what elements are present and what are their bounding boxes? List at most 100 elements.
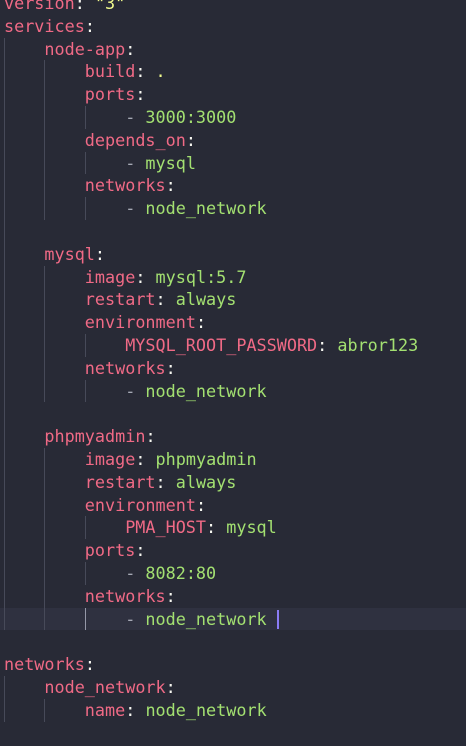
code-token: mysql <box>145 152 196 173</box>
code-token: phpmyadmin <box>155 449 257 469</box>
code-text: networks: <box>85 174 176 197</box>
code-token: always <box>175 289 237 310</box>
indent-guide <box>84 334 86 357</box>
indent-guide <box>4 562 5 585</box>
indent-guide <box>44 493 46 517</box>
code-text: restart: always <box>85 288 237 311</box>
indent-guide <box>44 106 46 129</box>
code-token: ports <box>84 84 136 105</box>
code-text: MYSQL_ROOT_PASSWORD: abror123 <box>125 334 418 357</box>
code-token: : <box>135 61 156 82</box>
indent-guide <box>44 607 46 631</box>
code-token: depends_on <box>84 129 186 150</box>
code-text: ports: <box>85 539 146 562</box>
code-text: ports: <box>85 83 146 106</box>
code-line[interactable]: - 8082:80 <box>0 562 466 585</box>
code-token: : <box>195 494 207 515</box>
code-text: - node_network <box>125 197 266 220</box>
code-token: : <box>135 266 156 287</box>
code-line[interactable]: - 3000:3000 <box>0 106 466 129</box>
code-text: restart: always <box>85 471 237 494</box>
code-token: : <box>155 471 176 492</box>
indent-guide <box>4 379 5 403</box>
indent-guide <box>4 448 5 471</box>
code-line[interactable]: phpmyadmin: <box>0 425 466 448</box>
code-token: : <box>165 357 176 378</box>
code-text: networks: <box>85 357 176 380</box>
code-line[interactable]: - node_network <box>0 197 466 220</box>
code-token: always <box>175 471 237 492</box>
indent-guide <box>4 402 5 426</box>
code-token: networks <box>84 175 166 196</box>
indent-guide <box>44 562 46 585</box>
code-token: node_network <box>145 380 267 401</box>
code-token: "3" <box>94 0 126 13</box>
indent-guide <box>4 265 5 289</box>
code-text: - 8082:80 <box>125 562 216 585</box>
code-line[interactable]: build: . <box>0 60 466 84</box>
code-token: - <box>125 107 146 127</box>
code-line[interactable]: version: "3" <box>0 0 466 15</box>
code-line[interactable]: networks: <box>0 174 466 198</box>
code-token: : <box>165 175 176 196</box>
code-line[interactable] <box>0 630 466 653</box>
code-token: networks <box>84 585 166 606</box>
code-token: 8082:80 <box>145 563 217 583</box>
code-line[interactable]: - mysql <box>0 151 466 175</box>
code-line[interactable]: ports: <box>0 83 466 106</box>
indent-guide <box>84 151 86 175</box>
indent-guide <box>44 379 46 403</box>
code-line[interactable]: node-app: <box>0 37 466 61</box>
code-text: PMA_HOST: mysql <box>125 516 277 539</box>
indent-guide <box>84 607 86 631</box>
code-line[interactable]: restart: always <box>0 470 466 494</box>
code-token: : <box>155 289 176 310</box>
code-line[interactable]: depends_on: <box>0 128 466 152</box>
code-token: : <box>165 677 176 697</box>
code-token: mysql <box>44 243 95 264</box>
code-line[interactable]: networks: <box>0 653 466 676</box>
indent-guide <box>4 516 5 540</box>
code-token: : <box>84 15 95 36</box>
code-line[interactable]: ports: <box>0 539 466 562</box>
code-token: node_network <box>44 677 166 697</box>
code-line[interactable]: restart: always <box>0 288 466 312</box>
code-line[interactable]: - node_network <box>0 379 466 403</box>
current-code-line[interactable]: - node_network <box>0 607 466 631</box>
code-text: networks: <box>85 585 176 608</box>
indent-guide <box>4 698 5 722</box>
code-line[interactable] <box>0 402 466 426</box>
code-token: : <box>145 426 156 447</box>
indent-guide <box>4 242 5 266</box>
indent-guide <box>4 334 5 357</box>
code-line[interactable]: PMA_HOST: mysql <box>0 516 466 540</box>
indent-guide <box>4 83 5 106</box>
code-text: name: node_network <box>85 699 267 722</box>
indent-guide <box>44 265 46 289</box>
code-line[interactable]: image: mysql:5.7 <box>0 265 466 289</box>
indent-guide <box>44 470 46 494</box>
code-token: - <box>125 152 146 173</box>
code-token: - <box>125 563 146 583</box>
code-editor[interactable]: version: "3" services: node-app: build: . po… <box>0 0 466 746</box>
code-line[interactable]: mysql: <box>0 242 466 266</box>
code-line[interactable] <box>0 220 466 243</box>
code-line[interactable]: services: <box>0 15 466 38</box>
code-token: : <box>206 517 227 538</box>
indent-guide <box>44 197 46 220</box>
code-line[interactable]: environment: <box>0 493 466 517</box>
code-line[interactable]: node_network: <box>0 676 466 699</box>
code-line[interactable]: networks: <box>0 584 466 608</box>
code-text: image: phpmyadmin <box>85 448 257 471</box>
code-token: mysql <box>226 517 277 538</box>
code-line[interactable]: name: node_network <box>0 698 466 722</box>
code-line[interactable]: image: phpmyadmin <box>0 448 466 471</box>
code-line[interactable]: MYSQL_ROOT_PASSWORD: abror123 <box>0 334 466 357</box>
code-line[interactable]: environment: <box>0 311 466 334</box>
code-token: - <box>125 608 146 629</box>
code-token: : <box>125 38 136 59</box>
code-token: phpmyadmin <box>44 426 146 447</box>
code-text: image: mysql:5.7 <box>85 266 247 289</box>
code-line[interactable]: networks: <box>0 356 466 380</box>
code-token: networks <box>4 654 85 675</box>
